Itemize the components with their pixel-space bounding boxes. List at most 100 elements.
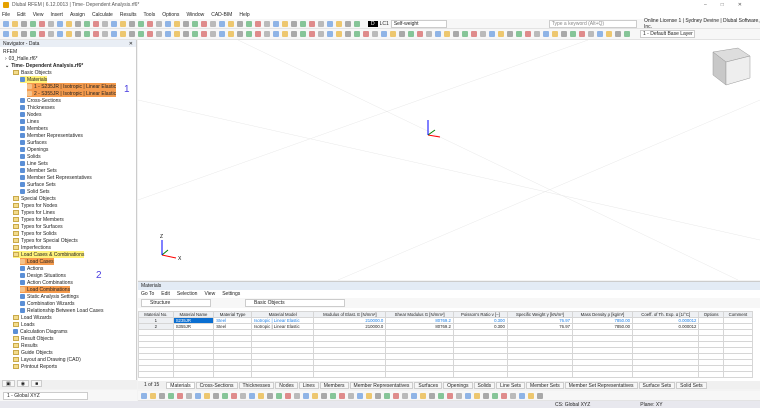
toolbar-icon[interactable] bbox=[111, 21, 117, 27]
toolbar-icon[interactable] bbox=[426, 31, 432, 37]
toolbar-icon[interactable] bbox=[312, 393, 318, 399]
toolbar-icon[interactable] bbox=[255, 21, 261, 27]
toolbar-icon[interactable] bbox=[246, 21, 252, 27]
toolbar-icon[interactable] bbox=[21, 31, 27, 37]
toolbar-icon[interactable] bbox=[393, 393, 399, 399]
tab-materials[interactable]: Materials bbox=[166, 382, 194, 389]
toolbar-icon[interactable] bbox=[474, 393, 480, 399]
toolbar-icon[interactable] bbox=[210, 31, 216, 37]
toolbar-icon[interactable] bbox=[348, 393, 354, 399]
toolbar-icon[interactable] bbox=[84, 21, 90, 27]
toolbar-icon[interactable] bbox=[75, 21, 81, 27]
toolbar-icon[interactable] bbox=[12, 21, 18, 27]
toolbar-icon[interactable] bbox=[201, 31, 207, 37]
toolbar-icon[interactable] bbox=[93, 21, 99, 27]
tree-item[interactable]: Types for Surfaces bbox=[13, 223, 63, 230]
tree-item[interactable]: Types for Lines bbox=[13, 209, 55, 216]
toolbar-icon[interactable] bbox=[228, 21, 234, 27]
toolbar-icon[interactable] bbox=[129, 31, 135, 37]
tree-item[interactable]: Surfaces bbox=[20, 139, 47, 146]
toolbar-icon[interactable] bbox=[255, 31, 261, 37]
tree-item[interactable]: Special Objects bbox=[13, 195, 56, 202]
toolbar-icon[interactable] bbox=[318, 21, 324, 27]
toolbar-icon[interactable] bbox=[240, 393, 246, 399]
toolbar-icon[interactable] bbox=[417, 31, 423, 37]
toolbar-icon[interactable] bbox=[375, 393, 381, 399]
toolbar-icon[interactable] bbox=[192, 21, 198, 27]
tree-item[interactable]: Cross-Sections bbox=[20, 97, 61, 104]
toolbar-icon[interactable] bbox=[561, 31, 567, 37]
tree-item[interactable]: Static Analysis Settings bbox=[20, 293, 79, 300]
toolbar-icon[interactable] bbox=[492, 393, 498, 399]
tab-data[interactable]: ▣ bbox=[2, 380, 15, 387]
toolbar-icon[interactable] bbox=[237, 31, 243, 37]
empty-cell[interactable] bbox=[453, 372, 507, 378]
toolbar-icon[interactable] bbox=[516, 31, 522, 37]
tree-item[interactable]: 1 - S235JR | Isotropic | Linear Elastic bbox=[27, 83, 116, 90]
toolbar-icon[interactable] bbox=[519, 393, 525, 399]
toolbar-icon[interactable] bbox=[534, 31, 540, 37]
menu-tools[interactable]: Tools bbox=[144, 12, 156, 18]
toolbar-icon[interactable] bbox=[465, 393, 471, 399]
toolbar-icon[interactable] bbox=[507, 31, 513, 37]
toolbar-icon[interactable] bbox=[501, 393, 507, 399]
tab-solids[interactable]: Solids bbox=[474, 382, 496, 389]
toolbar-icon[interactable] bbox=[345, 31, 351, 37]
object-type-select[interactable]: Basic Objects bbox=[245, 299, 345, 307]
toolbar-icon[interactable] bbox=[570, 31, 576, 37]
toolbar-icon[interactable] bbox=[102, 21, 108, 27]
tree-item[interactable]: Types for Solids bbox=[13, 230, 57, 237]
keyword-search-input[interactable]: Type a keyword (Alt+Q) bbox=[549, 20, 637, 28]
toolbar-icon[interactable] bbox=[354, 31, 360, 37]
toolbar-icon[interactable] bbox=[489, 31, 495, 37]
tree-item[interactable]: Types for Special Objects bbox=[13, 237, 78, 244]
toolbar-icon[interactable] bbox=[21, 21, 27, 27]
chevron-icon[interactable]: › bbox=[5, 56, 7, 62]
cs-select[interactable]: 1 - Global XYZ bbox=[3, 392, 88, 400]
toolbar-icon[interactable] bbox=[246, 31, 252, 37]
tree-item[interactable]: Line Sets bbox=[20, 160, 48, 167]
load-case-select[interactable]: Self-weight bbox=[391, 20, 447, 28]
tree-item[interactable]: Member Set Representatives bbox=[20, 174, 92, 181]
toolbar-icon[interactable] bbox=[300, 21, 306, 27]
toolbar-icon[interactable] bbox=[381, 31, 387, 37]
menu-assign[interactable]: Assign bbox=[70, 12, 85, 18]
toolbar-icon[interactable] bbox=[183, 21, 189, 27]
toolbar-icon[interactable] bbox=[48, 21, 54, 27]
toolbar-icon[interactable] bbox=[597, 31, 603, 37]
tree-item[interactable]: Solids bbox=[20, 153, 41, 160]
window-controls[interactable]: –□✕ bbox=[704, 2, 760, 8]
tab-member-set-representatives[interactable]: Member Set Representatives bbox=[565, 382, 638, 389]
toolbar-icon[interactable] bbox=[429, 393, 435, 399]
toolbar-icon[interactable] bbox=[300, 31, 306, 37]
toolbar-icon[interactable] bbox=[195, 393, 201, 399]
layer-select[interactable]: 1 - Default Base Layer bbox=[640, 30, 695, 38]
toolbar-icon[interactable] bbox=[363, 31, 369, 37]
toolbar-icon[interactable] bbox=[588, 31, 594, 37]
toolbar-icon[interactable] bbox=[120, 31, 126, 37]
toolbar-icon[interactable] bbox=[228, 31, 234, 37]
toolbar-icon[interactable] bbox=[249, 393, 255, 399]
tab-lines[interactable]: Lines bbox=[299, 382, 319, 389]
toolbar-icon[interactable] bbox=[213, 393, 219, 399]
tab-openings[interactable]: Openings bbox=[443, 382, 472, 389]
toolbar-icon[interactable] bbox=[438, 393, 444, 399]
tree-item[interactable]: 2 - S355JR | Isotropic | Linear Elastic bbox=[27, 90, 116, 97]
toolbar-icon[interactable] bbox=[147, 31, 153, 37]
toolbar-icon[interactable] bbox=[165, 21, 171, 27]
toolbar-icon[interactable] bbox=[498, 31, 504, 37]
tree-item[interactable]: Surface Sets bbox=[20, 181, 56, 188]
toolbar-icon[interactable] bbox=[48, 31, 54, 37]
tree-item[interactable]: Load Cases bbox=[20, 258, 54, 265]
tree-item[interactable]: Materials bbox=[20, 76, 47, 83]
toolbar-icon[interactable] bbox=[327, 21, 333, 27]
toolbar-icon[interactable] bbox=[57, 31, 63, 37]
tab-members[interactable]: Members bbox=[320, 382, 349, 389]
column-header[interactable]: Poisson's Ratio ν [–] bbox=[453, 312, 507, 318]
menu-calculate[interactable]: Calculate bbox=[92, 12, 113, 18]
toolbar-icon[interactable] bbox=[3, 21, 9, 27]
toolbar-icon[interactable] bbox=[12, 31, 18, 37]
toolbar-icon[interactable] bbox=[336, 21, 342, 27]
toolbar-icon[interactable] bbox=[150, 393, 156, 399]
toolbar-icon[interactable] bbox=[3, 31, 9, 37]
